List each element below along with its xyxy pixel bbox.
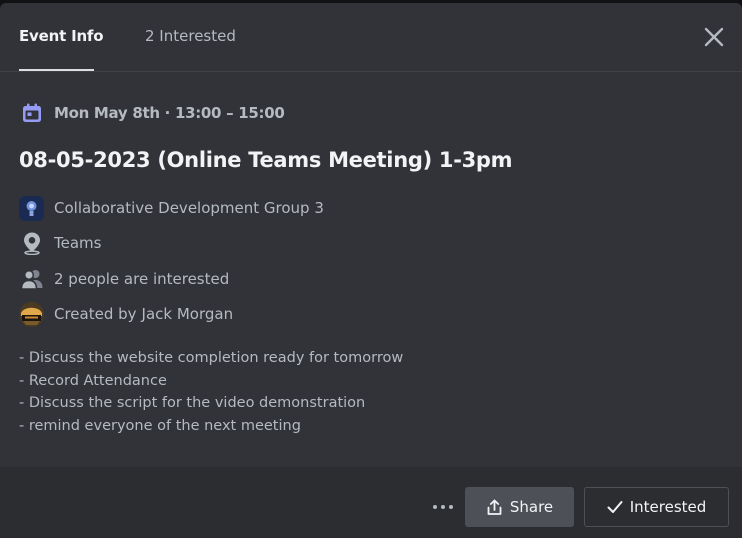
interested-count-text: 2 people are interested — [54, 270, 230, 288]
tab-interested[interactable]: 2 Interested — [145, 26, 236, 46]
description-line: - Record Attendance — [19, 372, 167, 389]
checkmark-icon — [607, 501, 623, 513]
share-icon — [487, 499, 502, 515]
event-description: - Discuss the website completion ready f… — [19, 347, 403, 437]
location-row: Teams — [19, 230, 101, 256]
server-row: Collaborative Development Group 3 — [19, 195, 324, 221]
interested-label: Interested — [629, 498, 707, 516]
server-name[interactable]: Collaborative Development Group 3 — [54, 199, 324, 217]
interested-row: 2 people are interested — [19, 266, 229, 292]
event-info-modal: Event Info 2 Interested Mon May 8th · 13… — [0, 3, 742, 538]
calendar-icon — [19, 101, 44, 126]
event-datetime: Mon May 8th · 13:00 – 15:00 — [54, 104, 285, 122]
created-by-prefix: Created by — [54, 305, 137, 323]
location-pin-icon — [19, 231, 44, 256]
tab-bar: Event Info 2 Interested — [0, 3, 742, 72]
event-title: 08-05-2023 (Online Teams Meeting) 1-3pm — [19, 148, 513, 172]
avatar[interactable] — [19, 301, 44, 327]
active-tab-indicator — [19, 69, 94, 71]
description-line: - remind everyone of the next meeting — [19, 417, 301, 434]
people-icon — [19, 267, 44, 292]
created-by-row: Created by Jack Morgan — [19, 301, 233, 327]
tab-event-info[interactable]: Event Info — [19, 26, 104, 46]
modal-footer: Share Interested — [0, 467, 742, 538]
event-location: Teams — [54, 234, 102, 252]
description-line: - Discuss the website completion ready f… — [19, 350, 404, 366]
creator-link[interactable]: Jack Morgan — [142, 305, 234, 323]
event-datetime-row: Mon May 8th · 13:00 – 15:00 — [19, 100, 285, 126]
share-button[interactable]: Share — [465, 487, 574, 527]
description-line: - Discuss the script for the video demon… — [19, 395, 366, 411]
share-label: Share — [509, 498, 554, 516]
interested-button[interactable]: Interested — [584, 487, 729, 527]
more-icon[interactable] — [430, 499, 456, 515]
server-icon — [19, 195, 44, 221]
close-icon[interactable] — [702, 25, 726, 49]
